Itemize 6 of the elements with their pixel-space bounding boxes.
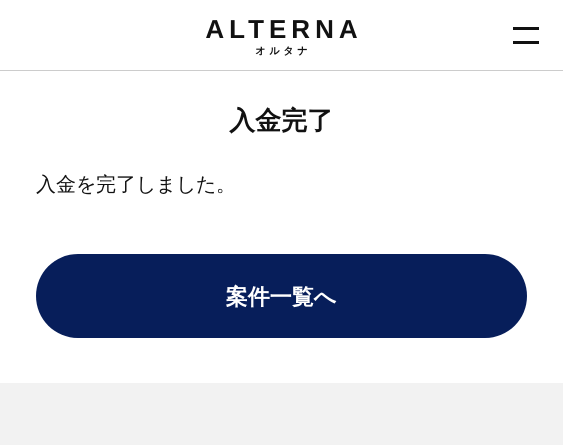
project-list-button[interactable]: 案件一覧へ [36,254,527,338]
message-text: 入金を完了しました。 [36,173,236,198]
logo-subtitle: オルタナ [254,46,312,58]
page-title: 入金完了 [230,104,334,137]
logo[interactable]: ALTERNA [200,16,363,42]
menu-icon[interactable] [513,27,539,44]
